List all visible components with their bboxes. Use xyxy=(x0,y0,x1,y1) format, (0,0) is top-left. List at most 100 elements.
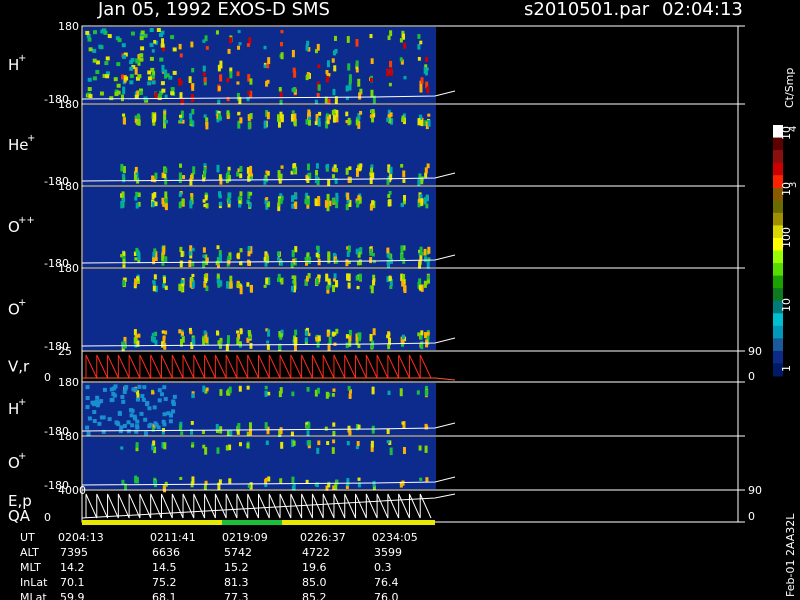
spectrogram-cell xyxy=(202,72,206,77)
spectrogram-cell xyxy=(419,334,423,340)
spectrogram-cell xyxy=(190,193,194,197)
spectrogram-cell xyxy=(249,165,253,174)
spectrogram-cell xyxy=(324,426,328,431)
spectrogram-cell xyxy=(389,285,393,290)
spectrogram-cell xyxy=(426,279,430,284)
spectrogram-cell xyxy=(419,246,423,254)
spectrogram-cell xyxy=(218,194,222,199)
spectrogram-cell xyxy=(147,70,152,75)
spectrogram-cell xyxy=(402,179,406,183)
spectrogram-cell xyxy=(226,115,230,120)
spectrogram-cell xyxy=(87,77,92,82)
spectrogram-cell xyxy=(151,201,155,208)
ephemeris-value: 85.0 xyxy=(302,576,327,589)
spectrogram-cell xyxy=(425,57,429,62)
spectrogram-cell xyxy=(293,340,297,347)
spectrogram-cell xyxy=(417,56,421,61)
spectrogram-cell xyxy=(345,334,349,339)
spectrogram-cell xyxy=(160,81,165,86)
spectrogram-cell xyxy=(333,35,337,41)
spectrogram-cell xyxy=(189,330,193,335)
spectrogram-cell xyxy=(417,44,421,50)
colorbar-segment xyxy=(773,350,783,364)
spectrogram-cell xyxy=(164,330,168,335)
spectrogram-cell xyxy=(203,173,207,178)
right-tick-label: 90 xyxy=(748,345,762,358)
spectrogram-cell xyxy=(218,174,222,180)
spectrogram-cell xyxy=(121,74,125,80)
spectrogram-cell xyxy=(355,119,359,126)
colorbar-tick-label: 4 xyxy=(788,126,799,132)
spectrogram-cell xyxy=(418,445,422,451)
spectrogram-cell xyxy=(215,423,219,430)
spectrogram-cell xyxy=(325,69,329,75)
spectrogram-cell xyxy=(162,385,167,390)
spectrogram-cell xyxy=(215,30,219,35)
spectrogram-cell xyxy=(205,46,209,50)
spectrogram-cell xyxy=(116,62,121,67)
ephemeris-row-label: MLT xyxy=(20,561,41,574)
ephemeris-row-label: ALT xyxy=(20,546,39,559)
sawtooth-trace xyxy=(85,354,432,379)
spectrogram-cell xyxy=(387,35,391,41)
spectrogram-cell xyxy=(326,60,330,68)
spectrogram-cell xyxy=(204,194,208,201)
spectrogram-cell xyxy=(203,203,207,208)
spectrogram-cell xyxy=(317,335,321,342)
sms-spectrogram-plot: Jan 05, 1992 EXOS-D SMS s2010501.par 02:… xyxy=(8,0,799,600)
spectrogram-cell xyxy=(115,421,120,426)
spectrogram-cell xyxy=(332,88,336,96)
spectrogram-cell xyxy=(218,254,222,263)
spectrogram-cell xyxy=(307,440,311,446)
spectrogram-cell xyxy=(238,196,242,201)
spectrogram-cell xyxy=(248,202,252,208)
spectrogram-cell xyxy=(325,391,329,399)
ephemeris-value: 15.2 xyxy=(224,561,249,574)
spectrogram-cell xyxy=(400,245,404,254)
spectrogram-cell xyxy=(267,57,271,64)
spectrogram-cell xyxy=(371,425,375,434)
spectrogram-cell xyxy=(135,58,139,64)
spectrogram-cell xyxy=(129,74,134,79)
spectrogram-cell xyxy=(168,419,173,424)
spectrogram-cell xyxy=(355,170,359,177)
spectrogram-cell xyxy=(386,68,390,77)
ephemeris-value: 85.2 xyxy=(302,591,327,600)
spectrogram-cell xyxy=(331,198,335,204)
spectrogram-cell xyxy=(425,203,429,209)
spectrogram-cell xyxy=(387,390,391,395)
spectrogram-cell xyxy=(347,119,351,126)
spectrogram-cell xyxy=(291,476,295,484)
spectrogram-cell xyxy=(202,444,206,449)
spectrogram-cell xyxy=(423,67,427,74)
spectrogram-cell xyxy=(219,60,223,69)
spectrogram-cell xyxy=(417,118,421,126)
spectrogram-cell xyxy=(238,442,242,447)
spectrogram-cell xyxy=(110,397,115,402)
spectrogram-cell xyxy=(291,203,295,209)
spectrogram-cell xyxy=(226,111,230,116)
spectrogram-cell xyxy=(133,174,137,181)
spectrogram-cell xyxy=(120,94,124,102)
spectrogram-cell xyxy=(423,280,427,288)
spectrogram-cell xyxy=(326,441,330,445)
spectrogram-cell xyxy=(263,64,267,69)
spectrogram-cell xyxy=(139,411,144,416)
spectrogram-cell xyxy=(331,174,335,179)
spectrogram-cell xyxy=(246,385,250,390)
spectrogram-cell xyxy=(153,274,157,280)
ephemeris-row-label: UT xyxy=(20,531,35,544)
spectrogram-cell xyxy=(134,278,138,286)
spectrogram-cell xyxy=(357,477,361,481)
spectrogram-cell xyxy=(153,248,157,253)
right-tick-label: 0 xyxy=(748,370,755,383)
spectrogram-cell xyxy=(159,32,164,37)
spectrogram-cell xyxy=(107,417,112,422)
y-tick-top: 25 xyxy=(58,345,72,358)
spectrogram-cell xyxy=(370,440,374,448)
panel-label-superscript: ++ xyxy=(18,215,35,226)
spectrogram-cell xyxy=(331,393,335,397)
spectrogram-cell xyxy=(278,87,282,92)
y-tick-top: 180 xyxy=(58,98,79,111)
panel-3: 180-180O++ xyxy=(8,180,745,270)
